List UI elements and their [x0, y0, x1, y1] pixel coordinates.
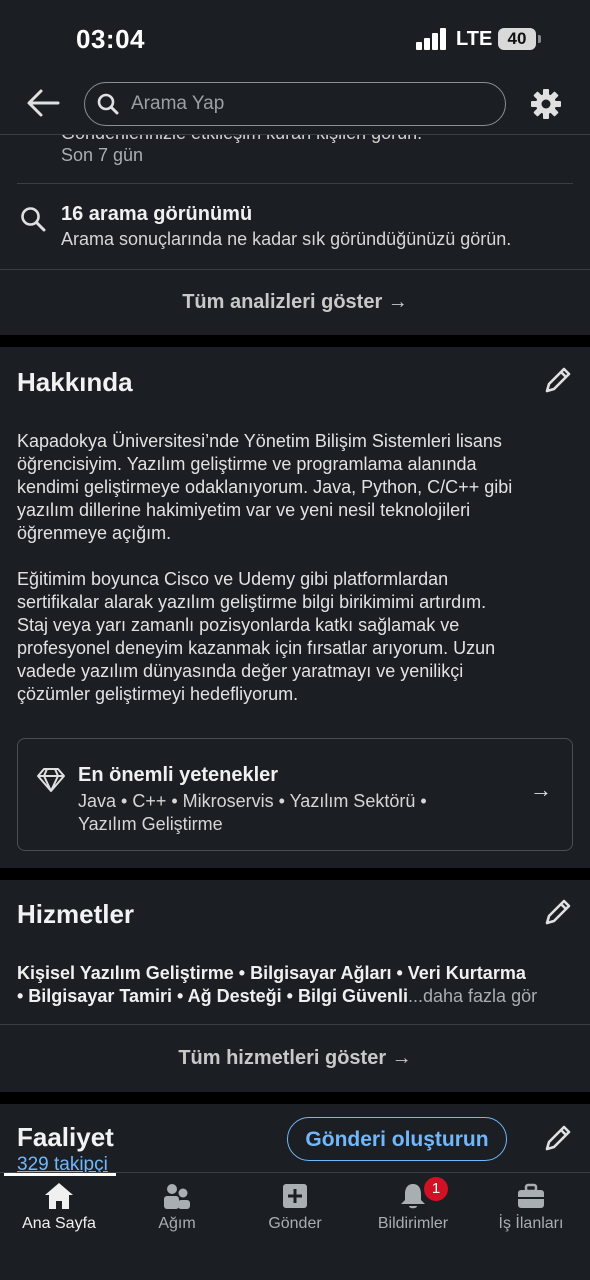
about-line: Kapadokya Üniversitesi’nde Yönetim Biliş… — [17, 431, 502, 451]
arrow-right-icon: → — [530, 777, 552, 802]
nav-notifications[interactable]: 1 Bildirimler — [354, 1173, 472, 1253]
services-line-2: • Bilgisayar Tamiri • Ağ Desteği • Bilgi… — [17, 986, 408, 1006]
analytics-period: Son 7 gün — [61, 145, 144, 165]
search-appearances-desc: Arama sonuçlarında ne kadar sık göründüğ… — [61, 229, 512, 249]
services-line-1: Kişisel Yazılım Geliştirme • Bilgisayar … — [17, 963, 526, 983]
search-icon — [97, 93, 119, 115]
activity-section: Faaliyet Gönderi oluşturun 329 takipçi — [0, 1104, 590, 1174]
about-line: kendimi geliştirmeye odaklanıyorum. Java… — [17, 477, 513, 497]
post-icon — [283, 1184, 307, 1208]
notification-badge: 1 — [424, 1177, 448, 1201]
show-all-services-link[interactable]: Tüm hizmetleri göster → — [0, 1047, 590, 1070]
back-arrow-icon[interactable] — [26, 88, 60, 118]
see-more-link[interactable]: ...daha fazla gör — [408, 986, 537, 1006]
analytics-partial-text: Gönderilerinizle etkileşim kuran kişiler… — [61, 135, 422, 144]
nav-post-label: Gönder — [268, 1215, 322, 1232]
search-appearances-row[interactable]: 16 arama görünümü Arama sonuçlarında ne … — [0, 184, 590, 268]
search-bar[interactable] — [84, 82, 506, 126]
activity-title: Faaliyet — [17, 1122, 114, 1152]
edit-pencil-icon[interactable] — [543, 1123, 573, 1153]
edit-pencil-icon[interactable] — [543, 897, 573, 927]
followers-link[interactable]: 329 takipçi — [17, 1154, 108, 1174]
top-skills-line-1: Java • C++ • Mikroservis • Yazılım Sektö… — [78, 791, 427, 811]
about-line: vadede yazılım dünyasında değer yaratmay… — [17, 661, 464, 681]
status-bar: 03:04 LTE 40 — [0, 0, 590, 70]
about-paragraph-2: Eğitimim boyunca Cisco ve Udemy gibi pla… — [17, 568, 577, 706]
network-type: LTE — [456, 28, 493, 50]
top-skills-line-2: Yazılım Geliştirme — [78, 814, 223, 834]
edit-pencil-icon[interactable] — [543, 365, 573, 395]
divider — [0, 269, 590, 270]
divider — [0, 1024, 590, 1025]
nav-home[interactable]: Ana Sayfa — [0, 1173, 118, 1253]
top-skills-card[interactable]: En önemli yetenekler Java • C++ • Mikros… — [17, 738, 573, 851]
about-line: öğrencisiyim. Yazılım geliştirme ve prog… — [17, 454, 477, 474]
nav-post[interactable]: Gönder — [236, 1173, 354, 1253]
top-bar — [0, 70, 590, 135]
nav-network-label: Ağım — [158, 1215, 196, 1232]
status-time: 03:04 — [76, 24, 145, 54]
about-line: sertifikalar alarak yazılım geliştirme b… — [17, 592, 487, 612]
briefcase-icon — [518, 1183, 544, 1208]
gear-icon[interactable] — [530, 88, 562, 120]
battery-tip — [538, 35, 541, 43]
create-post-button[interactable]: Gönderi oluşturun — [287, 1117, 507, 1161]
about-line: öğrenmeye açığım. — [17, 523, 172, 543]
nav-jobs-label: İş İlanları — [498, 1215, 564, 1232]
services-title: Hizmetler — [17, 899, 135, 929]
nav-jobs[interactable]: İş İlanları — [472, 1173, 590, 1253]
about-line: çözümler geliştirmeyi hedefliyorum. — [17, 684, 299, 704]
about-paragraph-1: Kapadokya Üniversitesi’nde Yönetim Biliş… — [17, 430, 577, 545]
search-icon — [21, 207, 46, 232]
battery-icon: 40 — [498, 28, 536, 50]
about-line: yazılım dillerine hakimiyetim var ve yen… — [17, 500, 471, 520]
search-appearances-title: 16 arama görünümü — [61, 203, 253, 225]
services-line-2-wrap: • Bilgisayar Tamiri • Ağ Desteği • Bilgi… — [17, 986, 537, 1007]
signal-icon — [416, 28, 448, 50]
nav-notifications-label: Bildirimler — [377, 1215, 449, 1232]
top-skills-title: En önemli yetenekler — [78, 764, 279, 786]
bottom-navigation: Ana Sayfa Ağım Gönder 1 Bildirimler İş İ… — [0, 1172, 590, 1280]
about-line: profesyonel deneyim kazanmak için fırsat… — [17, 638, 496, 658]
network-icon — [164, 1184, 190, 1209]
diamond-icon — [37, 768, 65, 792]
show-all-analytics-link[interactable]: Tüm analizleri göster → — [0, 291, 590, 314]
about-title: Hakkında — [17, 367, 133, 397]
about-line: Staj veya yarı zamanlı pozisyonlarda kat… — [17, 615, 460, 635]
nav-network[interactable]: Ağım — [118, 1173, 236, 1253]
services-section: Hizmetler Kişisel Yazılım Geliştirme • B… — [0, 880, 590, 1092]
search-input[interactable] — [131, 89, 491, 119]
nav-home-label: Ana Sayfa — [22, 1215, 96, 1232]
home-icon — [45, 1183, 73, 1209]
about-section: Hakkında Kapadokya Üniversitesi’nde Yöne… — [0, 347, 590, 868]
analytics-section: Gönderilerinizle etkileşim kuran kişiler… — [0, 135, 590, 335]
about-line: Eğitimim boyunca Cisco ve Udemy gibi pla… — [17, 569, 449, 589]
